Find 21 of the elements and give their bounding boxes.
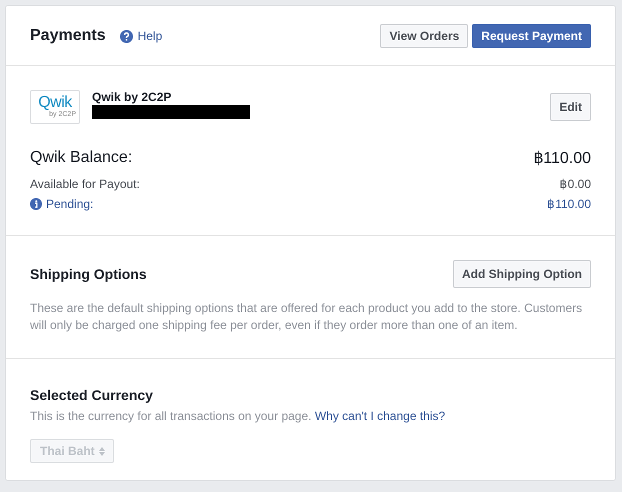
request-payment-button[interactable]: Request Payment (472, 24, 591, 48)
balance-label: Qwik Balance: (30, 149, 132, 167)
payout-label: Available for Payout: (30, 177, 140, 191)
add-shipping-button[interactable]: Add Shipping Option (453, 260, 591, 288)
shipping-description: These are the default shipping options that are offered for each product you add to the store. Customers will only be charged one shipping fee per order, even if they order more than one of an item. (30, 300, 584, 334)
edit-button[interactable]: Edit (550, 93, 591, 121)
page-title: Payments (30, 27, 106, 45)
provider-name: Qwik by 2C2P (92, 90, 172, 104)
pending-label: Pending: (46, 197, 94, 211)
pending-amount: ฿110.00 (547, 197, 591, 211)
payout-amount: ฿0.00 (560, 177, 591, 191)
balance-amount: ฿110.00 (533, 149, 591, 168)
view-orders-button[interactable]: View Orders (380, 24, 468, 48)
sort-caret-icon (98, 446, 105, 456)
section-title: Selected Currency (30, 387, 153, 403)
help-link[interactable]: Why can't I change this? (314, 409, 446, 423)
help-link[interactable]: Help (120, 29, 162, 43)
section-title: Shipping Options (30, 266, 147, 282)
help-icon[interactable] (120, 30, 133, 42)
currency-description: This is the currency for all transactions on your page. (30, 409, 312, 423)
info-icon (30, 198, 42, 210)
